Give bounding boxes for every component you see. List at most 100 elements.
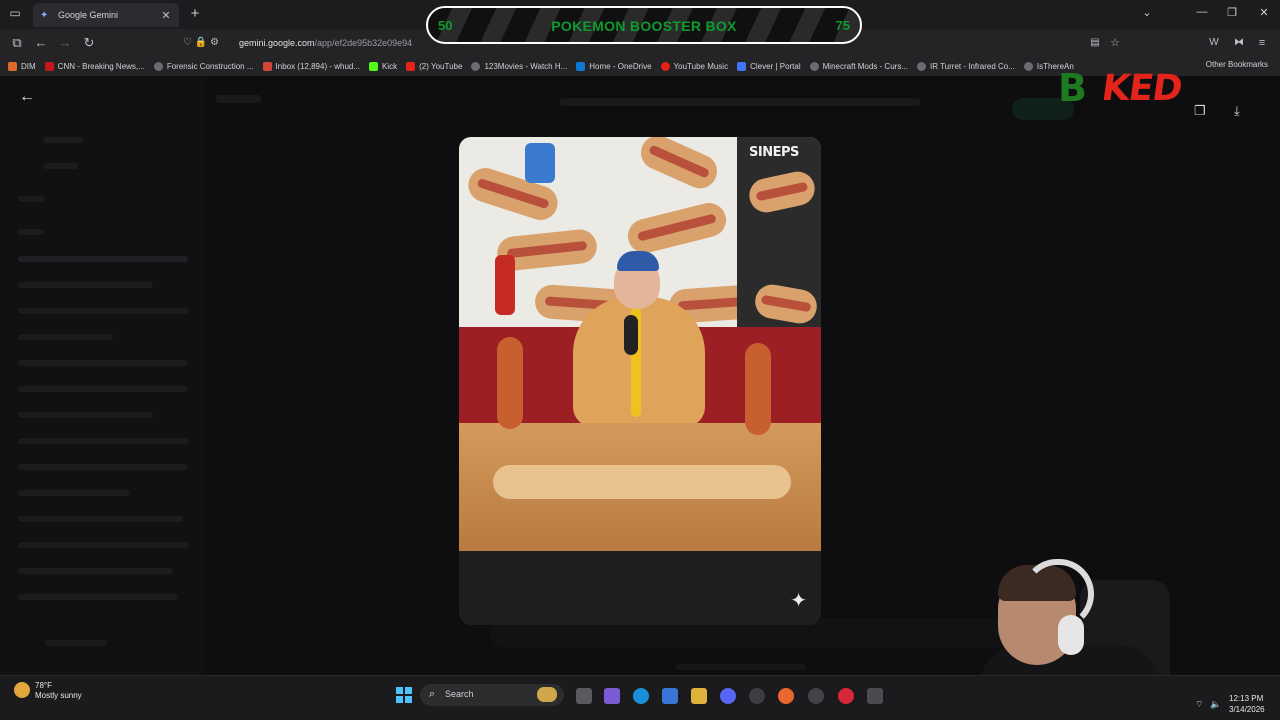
kick-icon xyxy=(369,61,379,71)
profile-icon[interactable]: W xyxy=(1205,34,1223,52)
bookmark-item[interactable]: (2) YouTube xyxy=(406,61,462,71)
logo-part-1: B xyxy=(1058,66,1087,110)
volume-icon[interactable]: 🔈 xyxy=(1210,699,1221,710)
chat-history-item xyxy=(18,334,113,340)
restore-icon[interactable]: ❐ xyxy=(1222,6,1242,19)
app-icon[interactable] xyxy=(867,688,883,704)
sidebar-item xyxy=(43,163,78,169)
bookmark-item[interactable]: 123Movies - Watch H... xyxy=(471,61,568,71)
tab-title: Google Gemini xyxy=(58,10,119,20)
bookmark-label: Clever | Portal xyxy=(750,61,801,71)
chat-history-item xyxy=(18,542,188,548)
weather-temperature[interactable]: 78°F xyxy=(35,681,52,690)
bookmark-label: Forensic Construction ... xyxy=(166,61,254,71)
address-bar[interactable]: gemini.google.com/app/ef2de95b32e09e94 xyxy=(239,38,412,48)
bookmark-item[interactable]: Inbox (12,894) - whud... xyxy=(262,61,360,71)
discord-icon[interactable] xyxy=(720,688,736,704)
bookmark-item[interactable]: Forensic Construction ... xyxy=(153,61,254,71)
chat-history-item xyxy=(18,438,188,444)
globe-icon xyxy=(471,61,481,71)
image-viewer[interactable]: SINEPS ✦ xyxy=(459,137,821,625)
chat-history-item xyxy=(18,594,178,600)
file-explorer-icon[interactable] xyxy=(691,688,707,704)
media-player-icon[interactable] xyxy=(838,688,854,704)
weather-sun-icon[interactable] xyxy=(14,682,30,698)
chat-history-item xyxy=(18,386,188,392)
reader-view-icon[interactable]: ▤ xyxy=(1086,34,1104,52)
bookmark-label: Kick xyxy=(382,61,398,71)
gemini-sidebar xyxy=(0,76,205,675)
task-view-icon[interactable] xyxy=(576,688,592,704)
globe-icon xyxy=(809,61,819,71)
streamer-logo: B KED xyxy=(1058,64,1198,112)
extensions-icon[interactable]: ⧓ xyxy=(1230,34,1248,52)
bookmark-icon xyxy=(8,61,17,71)
logo-part-2: KED xyxy=(1099,68,1185,109)
chat-history-item xyxy=(18,308,188,314)
sidebar-heading xyxy=(18,196,44,202)
url-domain: gemini.google.com xyxy=(239,38,315,48)
tab-google-gemini[interactable]: ✦ Google Gemini ✕ xyxy=(33,3,179,27)
clock-date[interactable]: 3/14/2026 xyxy=(1229,705,1265,714)
download-icon[interactable]: ⤓ xyxy=(1234,103,1240,119)
chat-history-item xyxy=(18,412,153,418)
back-icon[interactable]: ← xyxy=(32,34,50,52)
bookmark-label: IR Turret - Infrared Co... xyxy=(930,61,1015,71)
edge-icon[interactable] xyxy=(633,688,649,704)
bookmark-item[interactable]: Home - OneDrive xyxy=(576,61,652,71)
tab-search-icon[interactable]: ⌄ xyxy=(1137,6,1157,19)
bookmark-item[interactable]: Minecraft Mods - Curs... xyxy=(809,61,908,71)
close-window-icon[interactable]: ✕ xyxy=(1254,6,1274,19)
close-viewer-back-icon[interactable]: ← xyxy=(19,88,35,106)
obs-icon[interactable] xyxy=(808,688,824,704)
bookmark-item[interactable]: YouTube Music xyxy=(660,61,728,71)
weather-description[interactable]: Mostly sunny xyxy=(35,691,82,700)
bookmark-label: Minecraft Mods - Curs... xyxy=(822,61,908,71)
copilot-icon[interactable] xyxy=(604,688,620,704)
bookmark-label: 123Movies - Watch H... xyxy=(484,61,568,71)
tab-list-icon[interactable]: ▭ xyxy=(6,6,24,22)
headset xyxy=(1022,559,1094,629)
clever-icon xyxy=(737,61,747,71)
sidebar-item xyxy=(43,137,83,143)
bookmark-label: DIM xyxy=(21,61,36,71)
other-bookmarks[interactable]: Other Bookmarks xyxy=(1206,60,1268,69)
youtube-music-icon xyxy=(660,61,670,71)
bookmark-item[interactable]: DIM xyxy=(8,61,36,71)
page-title xyxy=(216,95,261,103)
clock-time[interactable]: 12:13 PM xyxy=(1229,694,1263,703)
prompt-text xyxy=(560,98,920,106)
minimize-icon[interactable]: — xyxy=(1192,6,1212,18)
close-tab-icon[interactable]: ✕ xyxy=(160,9,172,22)
microphone xyxy=(624,315,638,355)
forward-icon[interactable]: → xyxy=(56,34,74,52)
bookmark-item[interactable]: CNN - Breaking News,... xyxy=(44,61,145,71)
start-button[interactable] xyxy=(396,687,412,703)
bookmark-icon xyxy=(44,61,54,71)
sausage-figure xyxy=(745,343,771,435)
youtube-icon xyxy=(406,61,416,71)
network-icon[interactable]: ⌔ xyxy=(1195,699,1203,710)
menu-icon[interactable]: ≡ xyxy=(1253,34,1271,52)
screen: ▭ ✦ Google Gemini ✕ + ⌄ — ❐ ✕ ⧉ ← → ↻ ♡ … xyxy=(0,0,1280,720)
disclaimer-text xyxy=(676,664,806,670)
image-bottom xyxy=(459,551,821,625)
bookmark-item[interactable]: Clever | Portal xyxy=(737,61,801,71)
bottle-illustration xyxy=(525,143,555,183)
bookmark-item[interactable]: IR Turret - Infrared Co... xyxy=(917,61,1015,71)
ketchup-bottle-illustration xyxy=(495,255,515,315)
sign-text: SINEPS xyxy=(749,145,799,160)
site-info-icon[interactable]: ♡ 🔒 ⚙ xyxy=(183,37,219,48)
bookmark-item[interactable]: Kick xyxy=(369,61,398,71)
sidebar-toggle-icon[interactable]: ⧉ xyxy=(8,34,26,52)
settings-app-icon[interactable] xyxy=(749,688,765,704)
reload-icon[interactable]: ↻ xyxy=(80,34,98,52)
taskbar-search[interactable]: ⌕ Search xyxy=(420,684,564,706)
gmail-icon xyxy=(262,61,272,71)
firefox-icon[interactable] xyxy=(778,688,794,704)
url-path: /app/ef2de95b32e09e94 xyxy=(314,38,413,48)
new-tab-button[interactable]: + xyxy=(186,5,204,23)
bookmark-star-icon[interactable]: ☆ xyxy=(1106,34,1124,52)
store-icon[interactable] xyxy=(662,688,678,704)
sausage-figure xyxy=(497,337,523,429)
